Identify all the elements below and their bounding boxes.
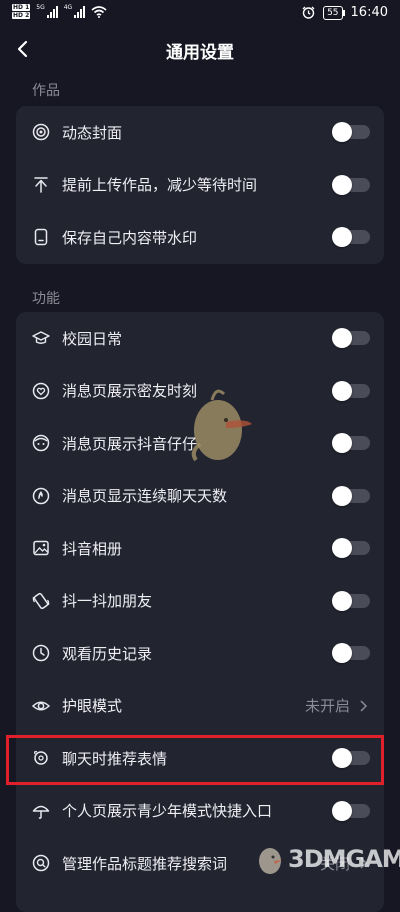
setting-label: 保存自己内容带水印 — [62, 228, 198, 247]
setting-row-campus[interactable]: 校园日常 — [16, 312, 384, 365]
highlight-box — [6, 735, 384, 785]
toggle-knob — [332, 538, 352, 559]
toggle-switch[interactable] — [332, 380, 370, 401]
setting-label: 动态封面 — [62, 123, 123, 142]
toggle-knob — [332, 227, 352, 248]
chevron-right-icon — [360, 700, 368, 712]
setting-label: 消息页显示连续聊天天数 — [62, 487, 228, 506]
watermark-mascot-logo — [191, 389, 252, 462]
sim-labels: HD 1 HD 2 — [12, 4, 31, 20]
toggle-switch[interactable] — [332, 800, 370, 821]
phone-icon — [34, 229, 48, 246]
sim1-label: HD 1 — [12, 4, 31, 11]
upload-icon — [34, 177, 48, 193]
clock-time: 16:40 — [350, 5, 388, 20]
setting-value: 未开启 — [304, 697, 350, 716]
signal-icon — [46, 6, 58, 18]
status-right: 55 16:40 — [302, 5, 388, 20]
setting-label: 消息页展示抖音仔仔 — [62, 434, 198, 453]
toggle-switch[interactable] — [332, 433, 370, 454]
setting-row-watch-history[interactable]: 观看历史记录 — [16, 627, 384, 680]
network-type-2: 4G — [63, 4, 73, 11]
toggle-switch[interactable] — [332, 328, 370, 349]
works-settings-card: 动态封面 提前上传作品，减少等待时间 保存自己内容带水印 — [16, 106, 384, 264]
setting-row-chat-streak[interactable]: 消息页显示连续聊天天数 — [16, 470, 384, 523]
eye-icon — [32, 701, 50, 711]
toggle-switch[interactable] — [332, 643, 370, 664]
toggle-knob — [332, 328, 352, 349]
avatar-circle-icon — [32, 435, 50, 452]
nav-header: 通用设置 — [0, 28, 400, 72]
graduation-cap-icon — [32, 331, 50, 345]
setting-row-shake-add-friend[interactable]: 抖一抖加朋友 — [16, 575, 384, 628]
search-q-icon — [32, 855, 50, 872]
flame-icon — [32, 487, 50, 504]
toggle-knob — [332, 122, 352, 143]
setting-label: 观看历史记录 — [62, 644, 153, 663]
setting-label: 个人页展示青少年模式快捷入口 — [62, 802, 273, 821]
setting-label: 抖音相册 — [62, 539, 123, 558]
setting-label: 管理作品标题推荐搜索词 — [62, 854, 228, 873]
status-bar: HD 1 HD 2 5G 4G 55 16:40 — [0, 0, 400, 28]
toggle-knob — [332, 433, 352, 454]
umbrella-icon — [32, 805, 50, 819]
toggle-switch[interactable] — [332, 590, 370, 611]
section-label-features: 功能 — [32, 291, 60, 307]
toggle-switch[interactable] — [332, 227, 370, 248]
setting-label: 护眼模式 — [62, 697, 123, 716]
setting-label: 抖一抖加朋友 — [62, 592, 153, 611]
section-label-works: 作品 — [32, 83, 60, 99]
target-icon — [32, 124, 50, 141]
toggle-knob — [332, 380, 352, 401]
toggle-knob — [332, 590, 352, 611]
network-type-1: 5G — [36, 4, 45, 11]
setting-row-album[interactable]: 抖音相册 — [16, 522, 384, 575]
toggle-switch[interactable] — [332, 538, 370, 559]
setting-label: 消息页展示密友时刻 — [62, 382, 198, 401]
clock-icon — [32, 645, 50, 662]
setting-label: 提前上传作品，减少等待时间 — [62, 176, 258, 195]
toggle-knob — [332, 174, 352, 195]
toggle-knob — [332, 800, 352, 821]
toggle-switch[interactable] — [332, 122, 370, 143]
status-left: HD 1 HD 2 5G 4G — [12, 4, 107, 20]
heart-circle-icon — [32, 382, 50, 399]
toggle-knob — [332, 643, 352, 664]
setting-row-dynamic-cover[interactable]: 动态封面 — [16, 106, 384, 159]
setting-row-eye-care[interactable]: 护眼模式 未开启 — [16, 680, 384, 733]
watermark-text: 3DMGAME — [288, 845, 400, 873]
toggle-switch[interactable] — [332, 485, 370, 506]
shake-phone-icon — [32, 592, 50, 609]
setting-row-early-upload[interactable]: 提前上传作品，减少等待时间 — [16, 159, 384, 212]
setting-row-teen-mode-entry[interactable]: 个人页展示青少年模式快捷入口 — [16, 785, 384, 838]
wifi-icon — [91, 6, 107, 18]
watermark: 3DMGAME — [256, 842, 400, 876]
sim2-label: HD 2 — [12, 12, 31, 19]
setting-label: 校园日常 — [62, 329, 123, 348]
watermark-logo-icon — [259, 848, 282, 874]
page-title: 通用设置 — [166, 43, 234, 63]
alarm-icon — [302, 6, 315, 19]
signal-icon-2 — [74, 6, 86, 18]
battery-indicator: 55 — [323, 5, 346, 20]
toggle-knob — [332, 485, 352, 506]
image-icon — [33, 541, 49, 556]
setting-row-watermark[interactable]: 保存自己内容带水印 — [16, 211, 384, 264]
toggle-switch[interactable] — [332, 174, 370, 195]
